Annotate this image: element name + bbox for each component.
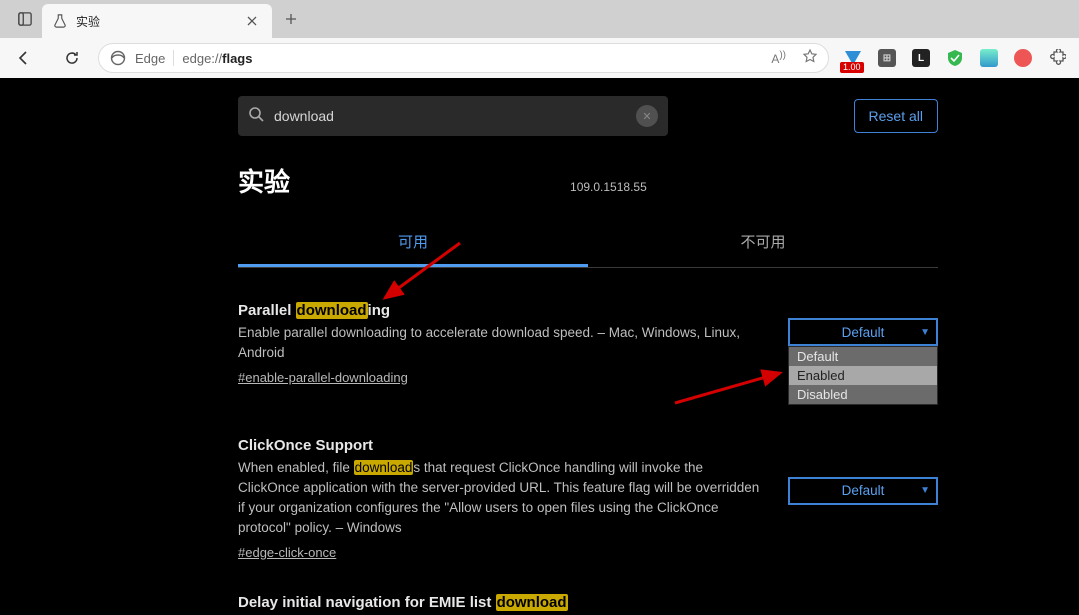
flask-icon — [52, 13, 68, 29]
tab-strip: 实验 — [0, 0, 1079, 38]
extensions-menu-icon[interactable] — [1041, 42, 1073, 74]
edge-icon — [109, 49, 127, 67]
flag-dropdown: Default Enabled Disabled — [788, 346, 938, 405]
tab-unavailable[interactable]: 不可用 — [588, 219, 938, 267]
flag-select[interactable]: Default▼ — [788, 477, 938, 505]
address-bar[interactable]: Edge edge://flags A)) — [98, 43, 829, 73]
version-text: 109.0.1518.55 — [570, 180, 647, 194]
flag-item: ClickOnce Support When enabled, file dow… — [238, 437, 938, 562]
favorite-icon[interactable] — [802, 48, 818, 69]
extension-icon-3[interactable]: L — [905, 42, 937, 74]
browser-tab[interactable]: 实验 — [42, 4, 272, 38]
flag-item: Parallel downloading Enable parallel dow… — [238, 302, 938, 387]
back-button[interactable] — [6, 42, 42, 74]
extension-icon-2[interactable]: ⊞ — [871, 42, 903, 74]
clear-search-button[interactable]: ✕ — [636, 105, 658, 127]
address-divider — [173, 50, 174, 66]
dropdown-option-disabled[interactable]: Disabled — [789, 385, 937, 404]
search-icon — [248, 106, 264, 127]
tab-close-button[interactable] — [242, 11, 262, 31]
chevron-down-icon: ▼ — [920, 485, 930, 496]
flag-title: ClickOnce Support — [238, 437, 768, 454]
url-text: edge://flags — [182, 51, 763, 66]
flags-page: ✕ Reset all 实验 109.0.1518.55 可用 不可用 Para… — [0, 78, 1079, 615]
flag-title: Delay initial navigation for EMIE list d… — [238, 594, 768, 611]
toolbar: Edge edge://flags A)) 1.00 ⊞ L — [0, 38, 1079, 78]
flag-title: Parallel downloading — [238, 302, 768, 319]
page-title: 实验 — [238, 162, 290, 199]
tab-actions-button[interactable] — [8, 2, 42, 36]
extension-icon-5[interactable] — [973, 42, 1005, 74]
new-tab-button[interactable] — [276, 4, 306, 34]
flag-select[interactable]: Default▼ — [788, 318, 938, 346]
dropdown-option-default[interactable]: Default — [789, 347, 937, 366]
flag-anchor-link[interactable]: #edge-click-once — [238, 545, 336, 560]
read-aloud-icon[interactable]: A)) — [771, 50, 786, 66]
refresh-button[interactable] — [54, 42, 90, 74]
tabs: 可用 不可用 — [238, 219, 938, 268]
reset-all-button[interactable]: Reset all — [854, 99, 938, 133]
search-box[interactable]: ✕ — [238, 96, 668, 136]
chevron-down-icon: ▼ — [920, 327, 930, 338]
search-input[interactable] — [274, 108, 636, 124]
extension-shield-icon[interactable] — [939, 42, 971, 74]
flag-item: Delay initial navigation for EMIE list d… — [238, 594, 938, 615]
tab-title: 实验 — [76, 13, 242, 30]
extension-idm[interactable]: 1.00 — [837, 42, 869, 74]
extension-icon-6[interactable] — [1007, 42, 1039, 74]
browser-chrome: 实验 Edge edge://flags A)) — [0, 0, 1079, 78]
flag-anchor-link[interactable]: #enable-parallel-downloading — [238, 370, 408, 385]
tab-available[interactable]: 可用 — [238, 219, 588, 267]
extension-badge: 1.00 — [840, 62, 864, 73]
flag-description: When enabled, file downloads that reques… — [238, 458, 768, 539]
dropdown-option-enabled[interactable]: Enabled — [789, 366, 937, 385]
site-name: Edge — [135, 51, 165, 66]
flag-description: Enable parallel downloading to accelerat… — [238, 323, 768, 364]
